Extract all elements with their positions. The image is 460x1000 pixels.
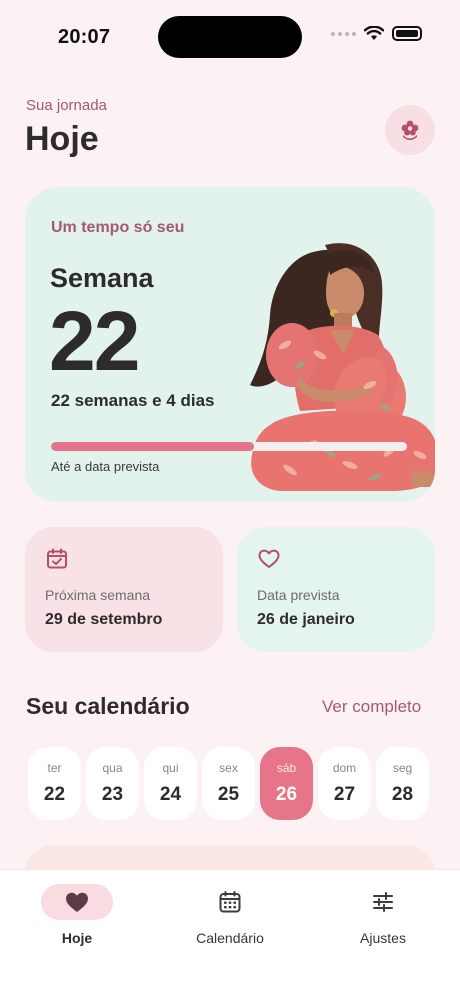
battery-icon [392,26,422,41]
due-date-value: 26 de janeiro [257,611,355,628]
tab-label: Hoje [61,930,93,946]
calendar-check-icon [47,548,67,569]
day-number: 26 [275,784,298,805]
day-number: 22 [43,784,66,805]
tab-settings[interactable]: Ajustes [323,884,443,946]
calendar-icon [219,891,241,913]
weeks-days-detail: 22 semanas e 4 dias [51,391,215,410]
status-time: 20:07 [58,26,111,48]
due-date-card[interactable]: Data prevista 26 de janeiro [237,527,435,652]
day-name: sáb [276,761,297,775]
next-week-label: Próxima semana [45,587,151,603]
status-bar: 20:07 [0,0,460,76]
page-title: Hoje [25,120,99,158]
day-number: 23 [101,784,124,805]
due-date-label: Data prevista [257,587,340,603]
heart-outline-icon [258,549,280,568]
tab-label: Ajustes [360,930,406,946]
bottom-tab-bar: Hoje Calendário Ajustes [0,869,460,1000]
view-full-calendar-link[interactable]: Ver completo [322,697,421,717]
day-number: 28 [391,784,414,805]
day-chip[interactable]: ter 22 [28,747,81,820]
sliders-icon [373,892,393,912]
pregnant-woman-illustration [250,243,435,491]
hero-tagline: Um tempo só seu [51,219,185,236]
day-chip[interactable]: qua 23 [86,747,139,820]
wifi-icon [364,26,384,40]
day-number: 24 [159,784,182,805]
tab-today-pill [41,884,113,920]
pregnancy-progress-card[interactable]: Um tempo só seu Semana 22 22 semanas e 4… [25,187,435,502]
day-name: ter [47,761,62,775]
progress-fill [51,442,254,451]
day-chip[interactable]: dom 27 [318,747,371,820]
due-date-progress-bar [51,442,407,451]
progress-caption: Até a data prevista [51,459,160,474]
week-number: 22 [49,294,140,388]
day-chip[interactable]: qui 24 [144,747,197,820]
calendar-section-title: Seu calendário [26,693,190,719]
day-name: qua [102,761,123,775]
tab-today[interactable]: Hoje [17,884,137,946]
day-number: 27 [333,784,356,805]
heart-icon [66,892,88,912]
tab-calendar-pill [194,884,266,920]
day-name: qui [162,761,179,775]
day-name: seg [392,761,413,775]
tab-calendar[interactable]: Calendário [170,884,290,946]
status-indicators [331,26,422,41]
day-name: dom [332,761,357,775]
week-day-strip: ter 22 qua 23 qui 24 sex 25 sáb 26 dom 2… [28,747,429,820]
day-name: sex [219,761,238,775]
week-label: Semana [50,263,154,293]
tab-settings-pill [347,884,419,920]
tab-label: Calendário [196,930,264,946]
day-number: 25 [217,784,240,805]
day-chip[interactable]: sex 25 [202,747,255,820]
day-chip-selected[interactable]: sáb 26 [260,747,313,820]
profile-button[interactable] [385,105,435,155]
dynamic-island [158,16,302,58]
day-chip[interactable]: seg 28 [376,747,429,820]
header-subtitle: Sua jornada [26,97,107,114]
flower-icon [401,120,419,140]
signal-icon [331,31,356,36]
next-week-card[interactable]: Próxima semana 29 de setembro [25,527,223,652]
next-week-value: 29 de setembro [45,611,163,628]
